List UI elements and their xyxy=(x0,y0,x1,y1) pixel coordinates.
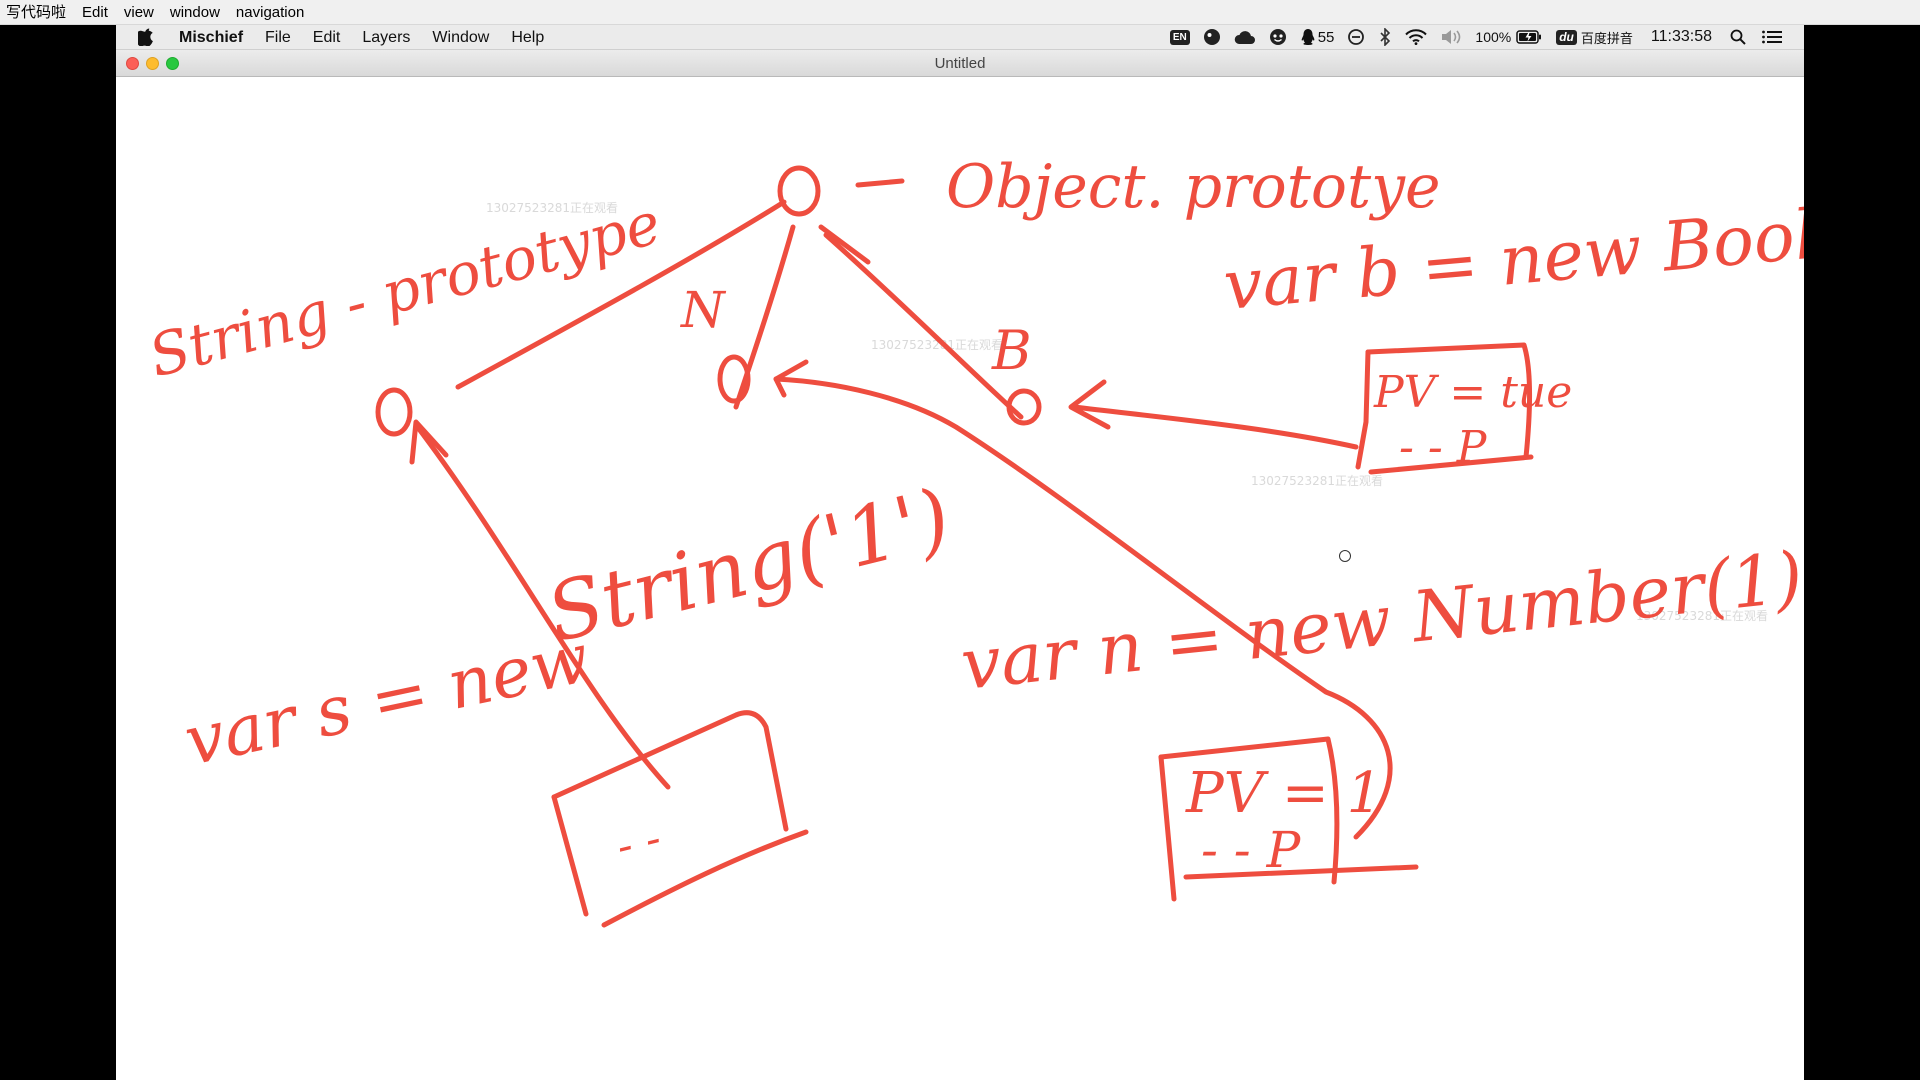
object-prototype-node xyxy=(777,165,821,217)
label-b-node: B xyxy=(991,319,1032,382)
edge-object-mark xyxy=(818,224,871,265)
window-title: Untitled xyxy=(934,55,986,72)
menu-edit[interactable]: Edit xyxy=(302,25,352,50)
s-box-right xyxy=(551,710,789,832)
menubar-clock[interactable]: 11:33:58 xyxy=(1651,28,1712,46)
mouse-cursor xyxy=(1339,550,1351,562)
arrow-b-instance-to-b xyxy=(1071,404,1359,450)
label-pv-true-pointer: - - P xyxy=(1399,422,1488,473)
host-menu-window[interactable]: window xyxy=(162,0,228,25)
label-var-s: var s = new xyxy=(178,619,596,782)
do-not-disturb-icon[interactable] xyxy=(1347,28,1365,46)
watermark-3: 13027523281正在观看 xyxy=(1251,474,1383,488)
arrowhead-b xyxy=(1068,379,1111,430)
face-icon[interactable] xyxy=(1269,28,1287,46)
menu-file[interactable]: File xyxy=(254,25,302,50)
mac-screen: Mischief File Edit Layers Window Help EN… xyxy=(116,25,1804,1080)
host-menu-app[interactable]: 写代码啦 xyxy=(0,0,74,25)
volume-icon[interactable] xyxy=(1440,29,1462,45)
label-string-call: String('1') xyxy=(538,471,959,661)
label-pv-true: PV = tue xyxy=(1373,367,1572,418)
menu-window[interactable]: Window xyxy=(421,25,500,50)
label-string-prototype: String - prototype xyxy=(142,189,667,391)
spotlight-search-icon[interactable] xyxy=(1730,29,1746,45)
battery-icon[interactable] xyxy=(1516,30,1542,44)
drawing-canvas[interactable]: 13027523281正在观看 13027523281正在观看 13027523… xyxy=(116,77,1804,1080)
input-source-label: EN xyxy=(1169,29,1190,45)
bluetooth-icon[interactable] xyxy=(1378,28,1392,46)
host-menu-view[interactable]: view xyxy=(116,0,162,25)
s-box-left xyxy=(551,794,589,917)
host-menu-navigation[interactable]: navigation xyxy=(228,0,312,25)
mac-menubar: Mischief File Edit Layers Window Help EN… xyxy=(116,25,1804,50)
object-dash xyxy=(855,178,905,188)
notification-center-icon[interactable] xyxy=(1762,30,1782,44)
label-object-prototype: Object. prototye xyxy=(946,152,1441,222)
string-prototype-node xyxy=(375,387,413,437)
apple-menu-icon[interactable] xyxy=(136,27,156,47)
pv-true-box-left xyxy=(1355,349,1371,470)
label-s-pointer: - - xyxy=(611,813,666,873)
qq-count: 55 xyxy=(1317,28,1335,46)
qq-icon[interactable]: 55 xyxy=(1300,28,1335,46)
input-source-icon[interactable]: EN xyxy=(1169,29,1190,45)
ime-name: 百度拼音 xyxy=(1580,31,1633,47)
host-menu-edit[interactable]: Edit xyxy=(74,0,116,25)
cloud-icon[interactable] xyxy=(1234,29,1256,45)
label-n-node: N xyxy=(680,281,727,339)
window-titlebar[interactable]: Untitled xyxy=(116,50,1804,77)
label-pv-one: PV = 1 xyxy=(1185,761,1382,826)
battery-percent: 100% xyxy=(1475,29,1512,45)
menu-layers[interactable]: Layers xyxy=(351,25,421,50)
menu-help[interactable]: Help xyxy=(500,25,555,50)
n-box-left xyxy=(1158,754,1177,902)
status-area: EN 55 100% du 百度拼音 11:33:58 xyxy=(1157,25,1804,50)
ime-logo-icon: du xyxy=(1556,29,1577,45)
menu-app-mischief[interactable]: Mischief xyxy=(168,25,254,50)
wifi-icon[interactable] xyxy=(1405,29,1428,45)
label-var-n: var n = new Number(1) xyxy=(957,536,1804,706)
host-menubar: 写代码啦 Edit view window navigation xyxy=(0,0,1920,25)
app-status-icon[interactable] xyxy=(1203,28,1221,46)
drawing-svg: 13027523281正在观看 13027523281正在观看 13027523… xyxy=(142,152,1804,928)
ime-status[interactable]: du 百度拼音 xyxy=(1556,28,1633,47)
label-n-pointer: - - P xyxy=(1201,821,1302,879)
